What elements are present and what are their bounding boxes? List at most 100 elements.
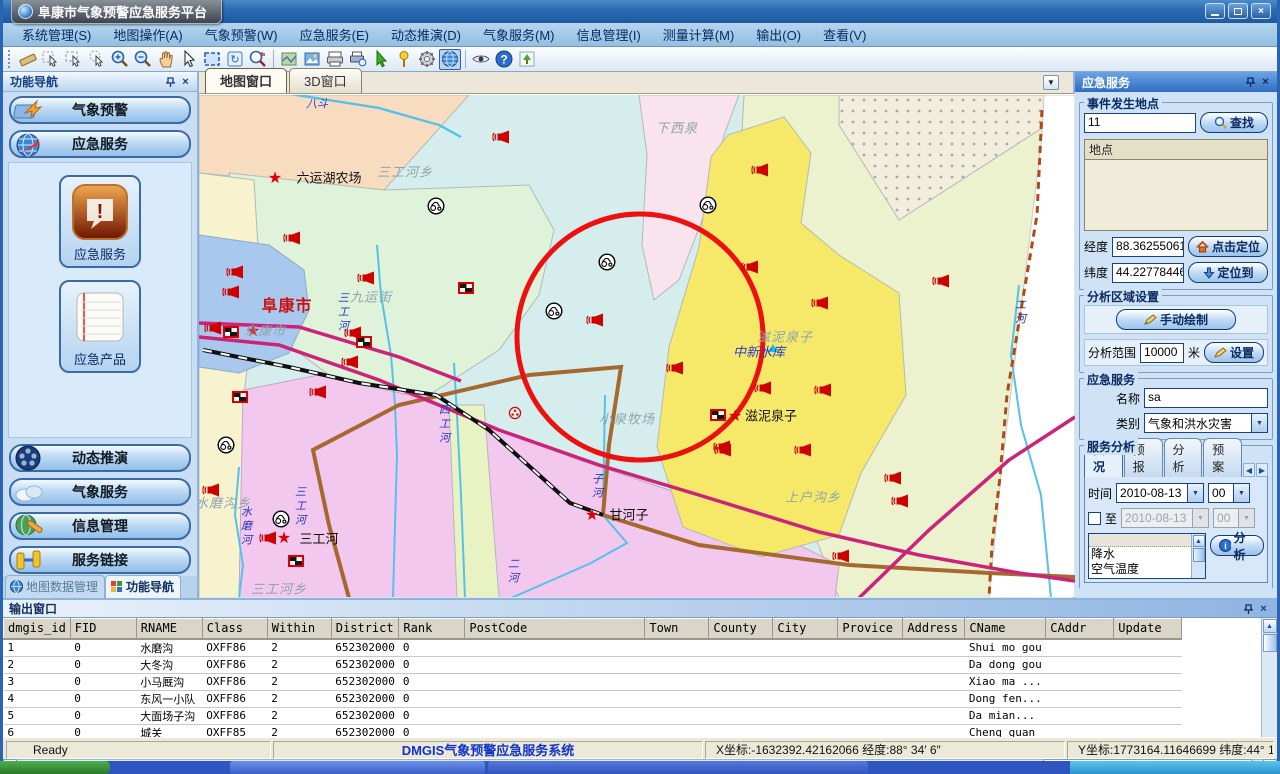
chevron-down-icon[interactable]: ▼ <box>1233 484 1249 502</box>
column-header[interactable]: Rank <box>399 619 465 639</box>
accordion-weather-service[interactable]: 气象服务 <box>9 478 191 506</box>
tab-function-nav[interactable]: 功能导航 <box>105 575 181 598</box>
taskbar[interactable] <box>0 761 1280 774</box>
select-icon[interactable] <box>40 49 62 70</box>
column-header[interactable]: dmgis_id <box>4 619 71 639</box>
column-header[interactable]: Town <box>645 619 709 639</box>
list-item[interactable]: 降水 <box>1089 547 1205 562</box>
column-header[interactable]: City <box>773 619 838 639</box>
tab-map-data-management[interactable]: 地图数据管理 <box>5 575 105 598</box>
lat-input[interactable]: 44.22778446 <box>1112 263 1184 283</box>
menu-item[interactable]: 动态推演(D) <box>380 22 472 47</box>
column-header[interactable]: RNAME <box>136 619 202 639</box>
click-locate-button[interactable]: 点击定位 <box>1188 236 1268 257</box>
close-button[interactable]: × <box>1251 3 1271 19</box>
menu-item[interactable]: 应急服务(E) <box>289 22 380 47</box>
tree-view-icon[interactable] <box>516 49 538 70</box>
system-tray[interactable] <box>1070 761 1280 774</box>
menu-item[interactable]: 测量计算(M) <box>652 22 746 47</box>
column-header[interactable]: Class <box>202 619 267 639</box>
task-button[interactable] <box>230 761 485 774</box>
globe-service-icon[interactable] <box>439 49 461 70</box>
chevron-down-icon[interactable]: ▼ <box>1251 414 1267 432</box>
menu-item[interactable]: 查看(V) <box>812 22 877 47</box>
hour-select[interactable]: 00▼ <box>1208 483 1250 503</box>
list-scrollbar[interactable]: ▲ <box>1191 534 1205 578</box>
date2-select[interactable]: 2010-08-13▼ <box>1121 508 1209 528</box>
menu-item[interactable]: 气象预警(W) <box>194 22 289 47</box>
print-preview-icon[interactable] <box>347 49 369 70</box>
table-row[interactable]: 50大面场子沟OXFF8626523020000Da mian... <box>4 707 1182 724</box>
tab-analysis[interactable]: 分析 <box>1164 438 1203 477</box>
menu-item[interactable]: 气象服务(M) <box>472 22 566 47</box>
select-rect-icon[interactable] <box>63 49 85 70</box>
menu-item[interactable]: 系统管理(S) <box>11 22 102 47</box>
column-header[interactable]: CAddr <box>1046 619 1114 639</box>
start-button[interactable] <box>0 761 110 774</box>
place-marker-icon[interactable] <box>393 49 415 70</box>
range-input[interactable]: 10000 <box>1140 343 1184 363</box>
minimize-button[interactable] <box>1205 3 1225 19</box>
element-list[interactable]: 降水 空气温度 ▲ <box>1088 533 1206 579</box>
map-tab-dropdown-icon[interactable]: ▼ <box>1043 75 1059 90</box>
to-checkbox[interactable] <box>1088 512 1101 525</box>
print-icon[interactable] <box>324 49 346 70</box>
type-select[interactable]: 气象和洪水灾害 ▼ <box>1144 413 1268 433</box>
column-header[interactable]: CName <box>965 619 1046 639</box>
refresh-icon[interactable]: ↻ <box>224 49 246 70</box>
full-extent-icon[interactable] <box>201 49 223 70</box>
manual-draw-button[interactable]: 手动绘制 <box>1116 309 1236 330</box>
zoom-out-icon[interactable] <box>132 49 154 70</box>
scroll-up-icon[interactable]: ▲ <box>1263 619 1277 633</box>
select-free-icon[interactable] <box>86 49 108 70</box>
location-search-input[interactable]: 11 <box>1084 113 1196 133</box>
column-header[interactable]: Update <box>1114 619 1182 639</box>
accordion-dynamic-deduction[interactable]: 动态推演 <box>9 444 191 472</box>
set-button[interactable]: 设置 <box>1204 342 1264 363</box>
settings-icon[interactable] <box>416 49 438 70</box>
tab-scroll-left-icon[interactable]: ◀ <box>1243 463 1255 477</box>
zoom-scale-icon[interactable] <box>247 49 269 70</box>
table-row[interactable]: 30小马厩沟OXFF8626523020000Xiao ma ... <box>4 673 1182 690</box>
toolbar-grip[interactable] <box>8 50 13 68</box>
zoom-in-icon[interactable] <box>109 49 131 70</box>
menu-item[interactable]: 输出(O) <box>745 22 812 47</box>
restore-button[interactable] <box>1228 3 1248 19</box>
accordion-info-management[interactable]: 信息管理 <box>9 512 191 540</box>
analyze-button[interactable]: i 分析 <box>1210 535 1264 556</box>
tab-scroll-right-icon[interactable]: ▶ <box>1256 463 1268 477</box>
measure-icon[interactable] <box>17 49 39 70</box>
table-row[interactable]: 20大冬沟OXFF8626523020000Da dong gou <box>4 656 1182 673</box>
close-icon[interactable]: × <box>1256 602 1271 616</box>
tab-3d-window[interactable]: 3D窗口 <box>289 68 362 93</box>
lon-input[interactable]: 88.36255061 <box>1112 237 1184 257</box>
tab-plan[interactable]: 预案 <box>1203 438 1242 477</box>
tile-emergency-service[interactable]: ! 应急服务 <box>59 175 141 268</box>
accordion-weather-warning[interactable]: 气象预警 <box>9 96 191 124</box>
task-button[interactable] <box>488 761 868 774</box>
accordion-emergency-service[interactable]: 应急服务 <box>9 130 191 158</box>
location-list[interactable] <box>1084 159 1268 231</box>
close-icon[interactable]: × <box>1258 75 1273 89</box>
hour2-select[interactable]: 00▼ <box>1213 508 1255 528</box>
tile-emergency-product[interactable]: 应急产品 <box>59 280 141 373</box>
tab-map-window[interactable]: 地图窗口 <box>205 68 287 93</box>
pin-icon[interactable] <box>163 75 178 89</box>
column-header[interactable]: Provice <box>838 619 903 639</box>
pin-icon[interactable] <box>1243 75 1258 89</box>
snap-pointer-icon[interactable] <box>370 49 392 70</box>
column-header[interactable]: FID <box>70 619 136 639</box>
date-select[interactable]: 2010-08-13▼ <box>1116 483 1204 503</box>
pan-icon[interactable] <box>155 49 177 70</box>
column-header[interactable]: Within <box>267 619 331 639</box>
eye-view-icon[interactable] <box>470 49 492 70</box>
menu-item[interactable]: 信息管理(I) <box>566 22 652 47</box>
chevron-down-icon[interactable]: ▼ <box>1187 484 1203 502</box>
accordion-service-links[interactable]: 服务链接 <box>9 546 191 574</box>
name-input[interactable]: sa <box>1144 388 1268 408</box>
table-row[interactable]: 10水磨沟OXFF8626523020000Shui mo gou <box>4 639 1182 657</box>
menu-item[interactable]: 地图操作(A) <box>102 22 193 47</box>
pointer-icon[interactable] <box>178 49 200 70</box>
list-item[interactable]: 空气温度 <box>1089 562 1205 577</box>
pin-icon[interactable] <box>1241 602 1256 616</box>
